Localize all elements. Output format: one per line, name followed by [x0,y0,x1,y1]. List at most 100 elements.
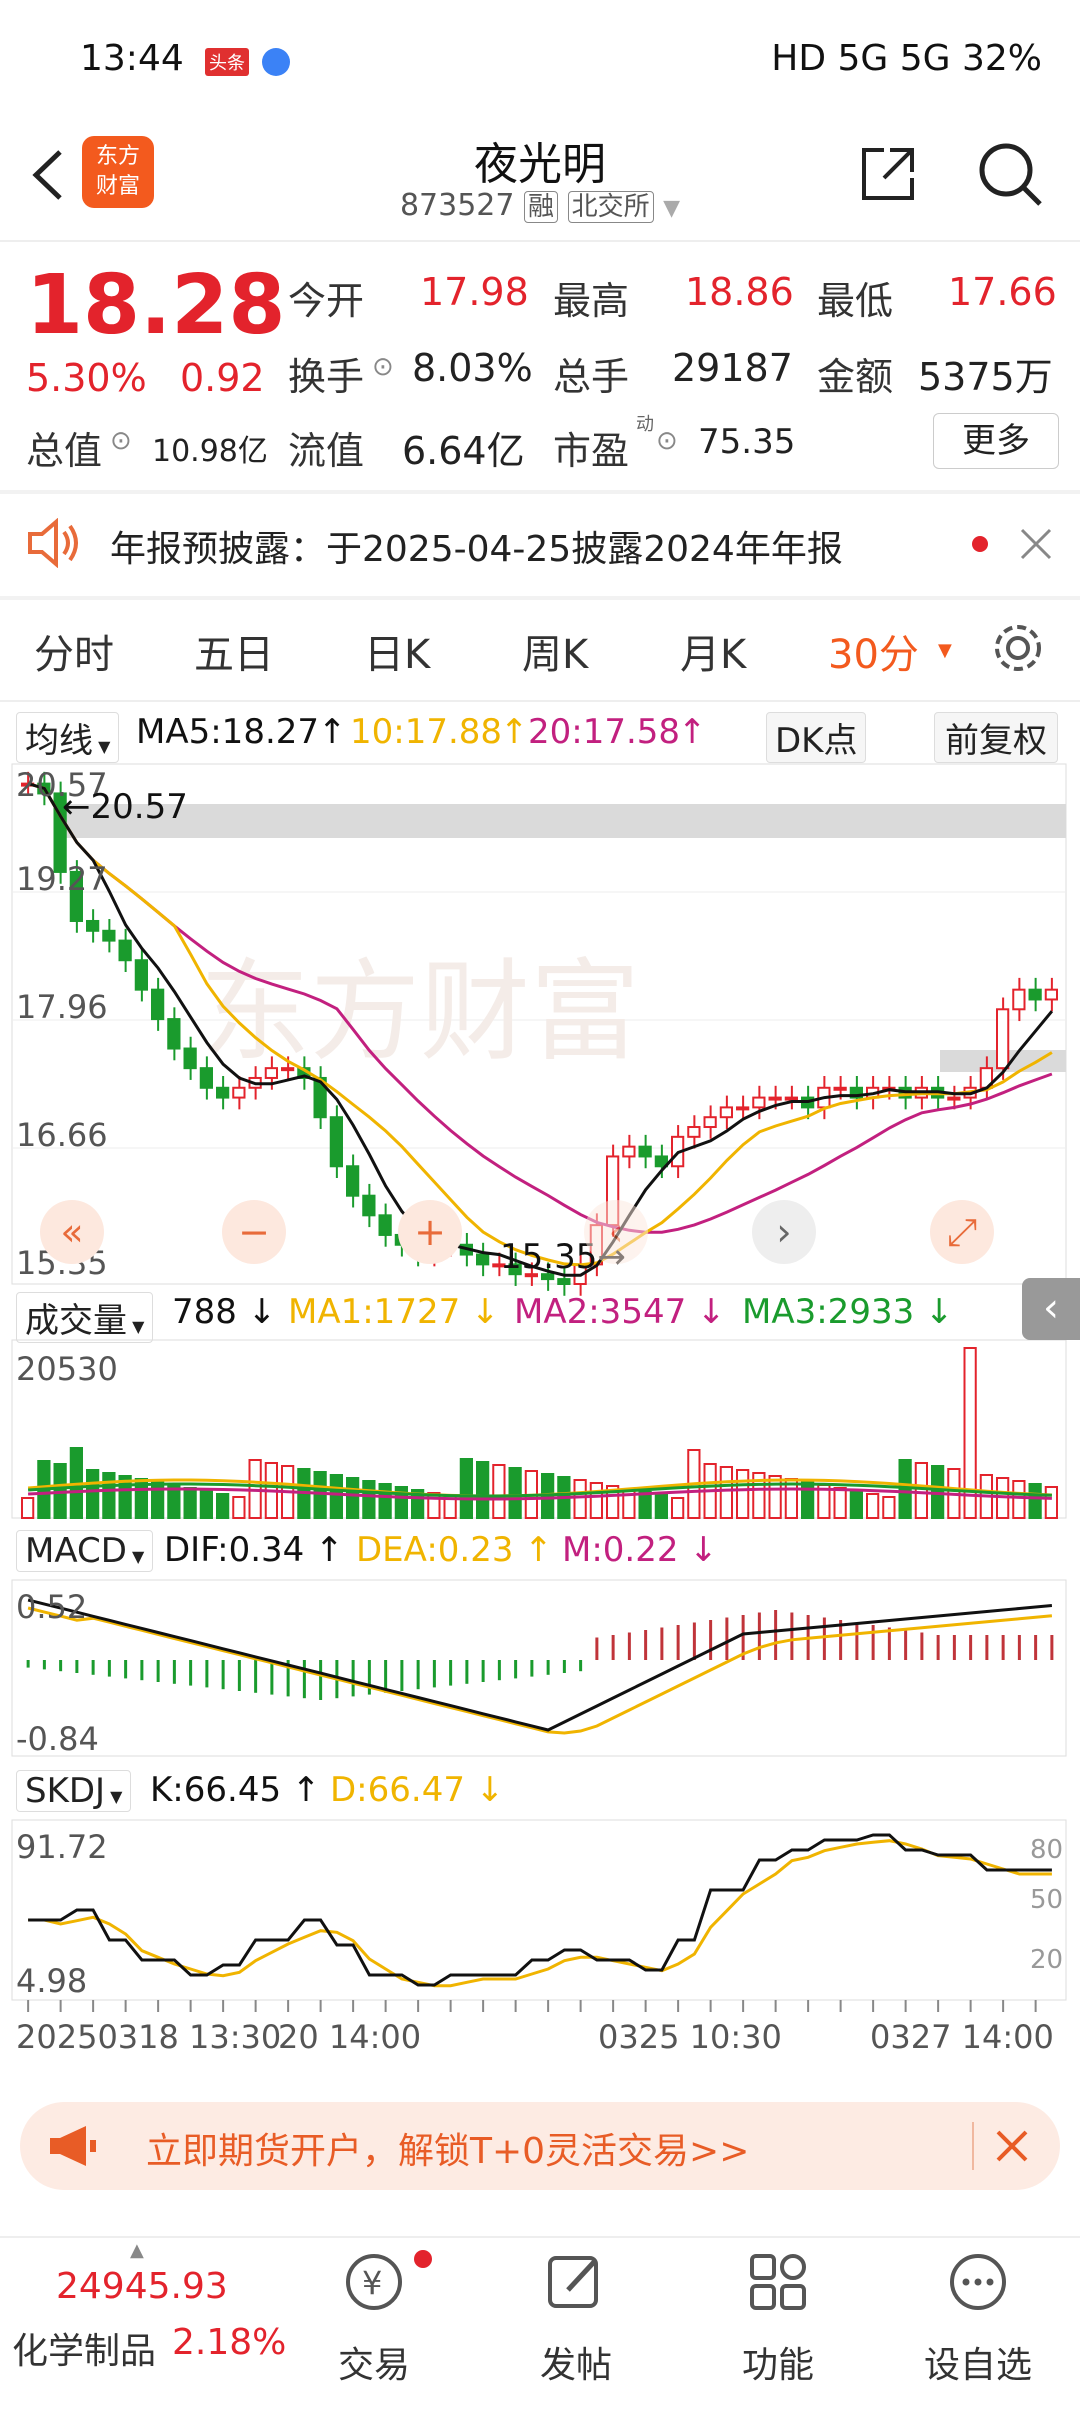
fullscreen-icon[interactable]: ⤢ [930,1200,994,1264]
ma-selector[interactable]: 均线 ▼ [16,712,120,763]
margin-tag: 融 [524,191,559,223]
notice-text[interactable]: 年报预披露：于2025-04-25披露2024年年报 [110,520,843,572]
skdj-k: K:66.45 ↑ [150,1770,321,1810]
more-dots-icon[interactable] [946,2250,1010,2314]
volume-bar [1028,1483,1042,1519]
time-label: 0325 10:30 [598,2018,782,2056]
index-name[interactable]: 化学制品 [12,2322,156,2374]
volume-bar [589,1482,603,1519]
level-label: 20 [1030,1945,1063,1975]
dk-button[interactable]: DK点 [766,712,867,763]
volume-value: 788 ↓ [172,1292,277,1332]
next-icon[interactable]: › [752,1200,816,1264]
high-value: 18.86 [685,270,794,314]
candle [151,988,165,1021]
y-label: 91.72 [16,1828,108,1866]
low-value: 17.66 [948,270,1057,314]
tab-dropdown-icon[interactable]: ▼ [938,640,952,661]
candle [362,1194,376,1217]
candle [1044,988,1058,1001]
zoom-in-icon[interactable]: + [398,1200,462,1264]
volume-bar [1012,1480,1026,1519]
status-time: 13:44 [80,38,184,79]
share-icon[interactable] [856,142,920,206]
divider [0,700,1080,702]
function-icon[interactable] [746,2250,810,2314]
promo-banner[interactable]: 立即期货开户，解锁T+0灵活交易>> [20,2102,1060,2190]
y-label: 17.96 [16,988,108,1026]
candle [378,1214,392,1236]
level-label: 50 [1030,1885,1063,1915]
zoom-out-icon[interactable]: − [222,1200,286,1264]
rewind-icon[interactable]: « [40,1200,104,1264]
exchange-tag: 北交所 [567,191,654,223]
pe-superscript: 动 [636,414,654,435]
volume-bar [882,1496,896,1519]
volume-bar [671,1497,685,1519]
adjust-button[interactable]: 前复权 [934,712,1058,763]
tab-week-k[interactable]: 周K [522,622,588,680]
info-icon[interactable]: ⊙ [110,426,132,456]
settings-icon[interactable] [990,620,1046,676]
volume-bar [329,1474,343,1519]
macd-selector[interactable]: MACD ▼ [16,1530,154,1572]
pe-value: 75.35 [698,422,796,462]
divider [972,2122,974,2170]
dropdown-icon[interactable]: ▼ [663,196,680,221]
candle [102,929,116,942]
candle [996,1008,1010,1070]
candle [86,919,100,932]
open-label: 今开 [288,279,365,323]
candle [947,1096,961,1101]
nav-post[interactable]: 发帖 [501,2336,651,2388]
macd-dea: DEA:0.23 ↑ [356,1530,553,1570]
volume-bar [459,1458,473,1519]
info-icon[interactable]: ⊙ [656,426,678,456]
candle [167,1018,181,1050]
amount-label: 金额 [817,355,894,399]
megaphone-icon [46,2124,98,2168]
tab-30min[interactable]: 30分 [828,622,919,680]
close-icon[interactable] [1018,526,1054,562]
volume-bar [378,1483,392,1519]
nav-add-watchlist[interactable]: 设自选 [903,2336,1053,2388]
post-icon[interactable] [544,2250,608,2314]
index-value[interactable]: 24945.93 [56,2266,228,2307]
volume-value: 29187 [672,346,793,390]
candle [768,1096,782,1101]
volume-bar [102,1472,116,1519]
nav-trade[interactable]: 交易 [299,2336,449,2388]
volume-bar [914,1462,928,1519]
divider [0,240,1080,242]
time-label: 20250318 13:30 [16,2018,281,2056]
tab-day-k[interactable]: 日K [364,622,430,680]
divider [0,490,1080,494]
trade-icon[interactable]: ¥ [342,2250,406,2314]
more-button[interactable]: 更多 [933,413,1059,469]
time-label: 20 14:00 [278,2018,421,2056]
volume-bar [801,1481,815,1519]
volume-bar [654,1494,668,1519]
volume-bar [346,1477,360,1519]
collapse-icon[interactable]: ‹ [1022,1278,1080,1340]
candle [118,939,132,962]
info-icon[interactable]: ⊙ [372,352,394,382]
kline-chart[interactable]: 东方财富 20.57 19.27 17.96 16.66 15.35 ←20.5… [0,760,1080,2080]
tab-fenshi[interactable]: 分时 [34,622,114,680]
up-arrow-icon: ↑ [500,712,529,752]
candle [1012,988,1026,1011]
volume-selector[interactable]: 成交量 ▼ [16,1292,154,1343]
nav-function[interactable]: 功能 [703,2336,853,2388]
skdj-selector[interactable]: SKDJ ▼ [16,1770,132,1812]
candle [622,1145,636,1158]
prev-icon[interactable]: ‹ [584,1200,648,1264]
tab-month-k[interactable]: 月K [680,622,746,680]
close-icon[interactable] [992,2126,1032,2166]
volume-bar [216,1493,230,1519]
index-change: 2.18% [172,2322,287,2363]
candle [476,1253,490,1266]
volume-bar [492,1464,506,1519]
ma10-value: 10:17.88 [350,712,503,752]
search-icon[interactable] [976,140,1046,210]
tab-five-day[interactable]: 五日 [194,622,274,680]
